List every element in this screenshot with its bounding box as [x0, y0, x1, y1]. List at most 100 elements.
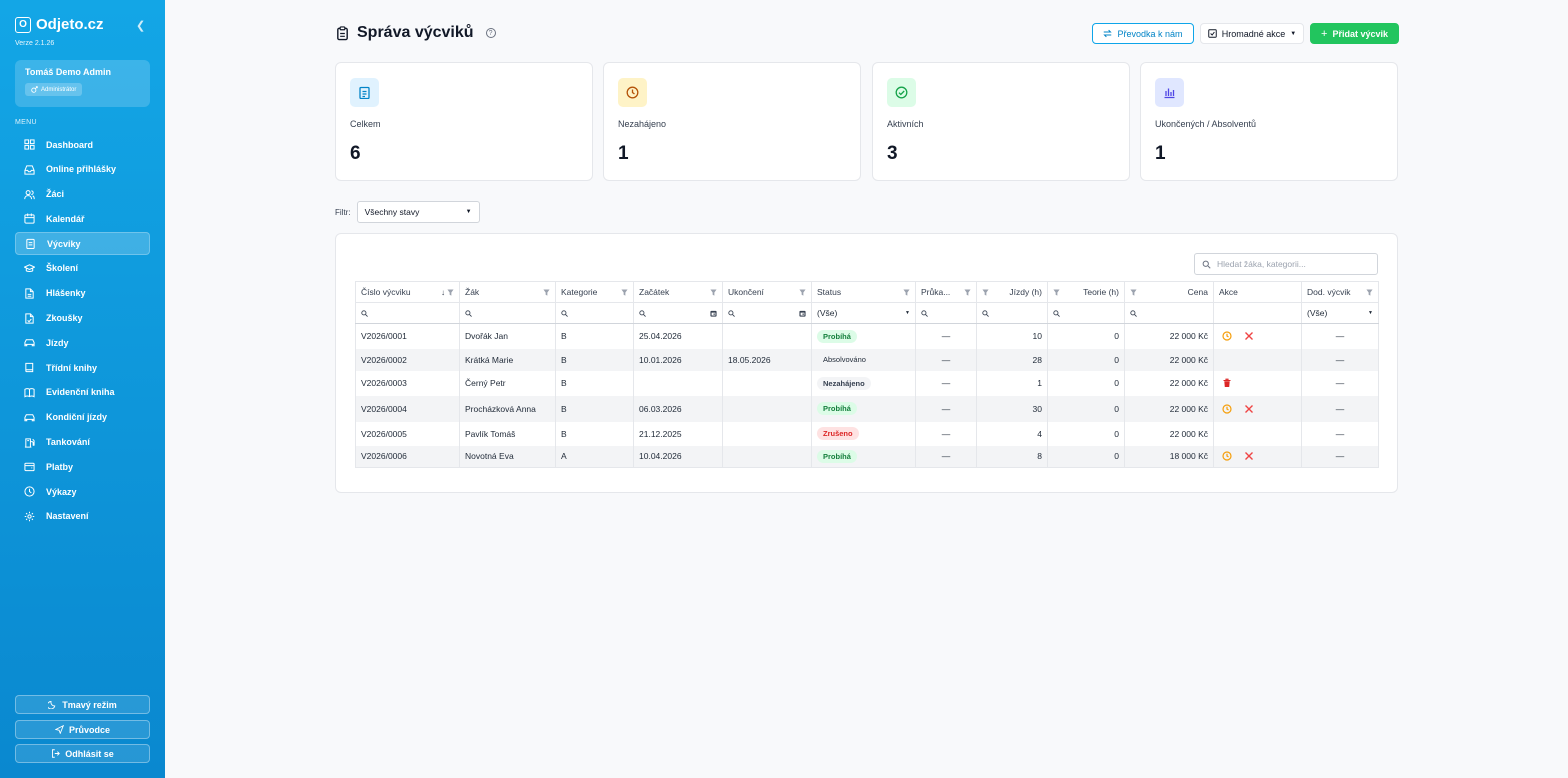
search-placeholder: Hledat žáka, kategorii... [1217, 259, 1306, 269]
column-filter-cell[interactable] [976, 302, 1048, 324]
table-row[interactable]: V2026/0002 Krátká Marie B 10.01.2026 18.05.2… [355, 348, 1379, 371]
caret-down-icon: ▼ [905, 310, 910, 316]
table-row[interactable]: V2026/0001 Dvořák Jan B 25.04.2026 Probíhá —1… [355, 323, 1379, 349]
table-search[interactable]: Hledat žáka, kategorii... [1194, 253, 1378, 275]
sidebar-item-skoleni[interactable]: Školení [15, 257, 150, 280]
app-logo[interactable]: O Odjeto.cz [15, 16, 104, 33]
status-badge: Zrušeno [817, 427, 859, 440]
sidebar-item-nastaveni[interactable]: Nastavení [15, 505, 150, 528]
sidebar-item-kalendar[interactable]: Kalendář [15, 207, 150, 230]
table-row[interactable]: V2026/0003 Černý Petr B Nezahájeno —1 0 22 000… [355, 370, 1379, 396]
sidebar-item-vycviky[interactable]: Výcviky [15, 232, 150, 256]
bulk-actions-button[interactable]: Hromadné akce ▼ [1200, 23, 1304, 44]
column-filter-cell[interactable] [555, 302, 634, 324]
close-icon[interactable] [1244, 331, 1254, 341]
sidebar-item-jizdy[interactable]: Jízdy [15, 331, 150, 354]
collapse-sidebar-icon[interactable]: ❮ [136, 19, 145, 32]
stat-card: Nezahájeno 1 [603, 62, 861, 181]
table-row[interactable]: V2026/0006 Novotná Eva A 10.04.2026 Probíhá —… [355, 445, 1379, 468]
filter-icon[interactable] [964, 288, 971, 296]
clock-icon[interactable] [1222, 403, 1232, 414]
sidebar-item-hlasenky[interactable]: Hlášenky [15, 282, 150, 305]
guide-button[interactable]: Průvodce [15, 720, 150, 739]
document-icon [25, 288, 34, 299]
dark-mode-button[interactable]: Tmavý režim [15, 695, 150, 714]
filter-icon[interactable] [710, 288, 717, 296]
column-filter-cell[interactable] [355, 302, 460, 324]
sidebar-item-platby[interactable]: Platby [15, 455, 150, 478]
sidebar-item-vykazy[interactable]: Výkazy [15, 480, 150, 503]
table-row[interactable]: V2026/0005 Pavlík Tomáš B 21.12.2025 Zrušeno… [355, 421, 1379, 446]
help-icon[interactable]: ? [485, 28, 496, 38]
additional-training-cell: — [1301, 370, 1379, 396]
status-filter-select[interactable]: Všechny stavy ▼ [356, 201, 480, 223]
student-cell: Krátká Marie [459, 348, 556, 371]
column-header[interactable]: Průka... [915, 281, 977, 303]
column-header[interactable]: Teorie (h) [1047, 281, 1125, 303]
student-cell: Novotná Eva [459, 445, 556, 468]
sort-desc-icon[interactable]: ↓ [441, 288, 445, 297]
transfer-button[interactable]: Převodka k nám [1092, 23, 1194, 44]
column-filter-cell[interactable] [1124, 302, 1214, 324]
clock-icon[interactable] [1222, 331, 1232, 341]
filter-icon[interactable] [903, 288, 910, 296]
column-header[interactable]: Žák [459, 281, 556, 303]
filter-icon[interactable] [799, 288, 806, 296]
close-icon[interactable] [1244, 451, 1254, 461]
column-filter-cell[interactable] [459, 302, 556, 324]
column-header[interactable]: Jízdy (h) [976, 281, 1048, 303]
sidebar-item-tankovani[interactable]: Tankování [15, 431, 150, 454]
add-training-button[interactable]: + Přidat výcvik [1310, 23, 1399, 44]
clock-icon[interactable] [1222, 451, 1232, 461]
app-version: Verze 2.1.26 [15, 40, 55, 47]
column-filter-cell[interactable] [722, 302, 812, 324]
filter-icon[interactable] [543, 288, 550, 296]
column-header[interactable]: Začátek [633, 281, 723, 303]
column-header[interactable]: Dod. výcvik [1301, 281, 1379, 303]
sidebar-item-zaci[interactable]: Žáci [15, 183, 150, 206]
drives-hours-cell: 30 [976, 395, 1048, 422]
stat-label: Celkem [350, 119, 381, 129]
sidebar-item-online-prihlasky[interactable]: Online přihlášky [15, 158, 150, 181]
search-icon [982, 309, 989, 317]
filter-icon[interactable] [447, 288, 454, 296]
column-header[interactable]: Ukončení [722, 281, 812, 303]
close-icon[interactable] [1244, 404, 1254, 414]
stat-icon-box [350, 78, 379, 107]
filter-icon[interactable] [621, 288, 628, 296]
column-header[interactable]: Akce [1213, 281, 1302, 303]
column-filter-cell[interactable]: (Vše) ▼ [1301, 302, 1379, 324]
calendar-icon[interactable] [710, 310, 717, 317]
caret-down-icon: ▼ [1368, 310, 1373, 316]
column-header[interactable]: Status [811, 281, 916, 303]
column-filter-cell[interactable]: (Vše) ▼ [811, 302, 916, 324]
category-cell: A [555, 445, 634, 468]
filter-icon[interactable] [1053, 288, 1060, 296]
theory-hours-cell: 0 [1047, 348, 1125, 371]
gear-icon [24, 511, 35, 522]
category-cell: B [555, 421, 634, 446]
sidebar-item-evidencni-kniha[interactable]: Evidenční kniha [15, 381, 150, 404]
price-cell: 22 000 Kč [1124, 370, 1214, 396]
sidebar-item-kondicni-jizdy[interactable]: Kondiční jízdy [15, 406, 150, 429]
column-header-label: Cena [1187, 287, 1208, 297]
filter-icon[interactable] [1130, 288, 1137, 296]
column-filter-cell[interactable] [633, 302, 723, 324]
column-filter-cell[interactable] [915, 302, 977, 324]
calendar-icon[interactable] [799, 310, 806, 317]
column-header[interactable]: Kategorie [555, 281, 634, 303]
table-row[interactable]: V2026/0004 Procházková Anna B 06.03.2026 Pro… [355, 395, 1379, 422]
logout-button[interactable]: Odhlásit se [15, 744, 150, 763]
license-cell: — [915, 421, 977, 446]
sidebar-item-dashboard[interactable]: Dashboard [15, 133, 150, 156]
user-card[interactable]: Tomáš Demo Admin Administrátor [15, 60, 150, 107]
column-header[interactable]: Cena [1124, 281, 1214, 303]
column-filter-cell[interactable] [1047, 302, 1125, 324]
column-header[interactable]: Číslo výcviku ↓ [355, 281, 460, 303]
filter-icon[interactable] [982, 288, 989, 296]
trash-icon[interactable] [1222, 378, 1232, 388]
search-icon [361, 309, 368, 317]
sidebar-item-tridni-knihy[interactable]: Třídní knihy [15, 356, 150, 379]
sidebar-item-zkousky[interactable]: Zkoušky [15, 307, 150, 330]
filter-icon[interactable] [1366, 288, 1373, 296]
